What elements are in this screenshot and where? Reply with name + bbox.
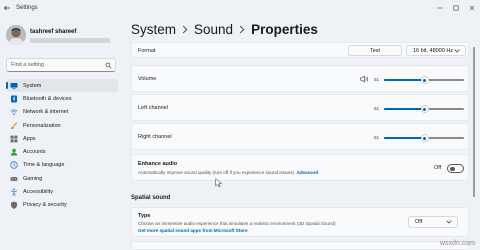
left-channel-slider[interactable]	[384, 105, 464, 113]
scrollbar[interactable]	[473, 47, 475, 197]
breadcrumb-system[interactable]: System	[131, 22, 176, 37]
avatar	[6, 25, 26, 45]
format-select-value: 16 bit, 48000 Hz	[413, 47, 454, 54]
volume-slider-fill	[384, 79, 425, 81]
breadcrumb-sound[interactable]: Sound	[194, 22, 233, 37]
breadcrumb: System Sound Properties	[131, 22, 318, 37]
left-channel-row: Left channel 51	[131, 94, 469, 121]
right-channel-label: Right channel	[138, 134, 172, 140]
maximize-icon[interactable]	[448, 0, 464, 15]
sidebar-item-label: Bluetooth & devices	[23, 95, 72, 102]
chevron-right-icon	[182, 25, 188, 34]
enhance-audio-label: Enhance audio	[138, 161, 178, 167]
gamepad-icon	[10, 175, 18, 183]
sidebar-nav: System Bluetooth & devices Network & int…	[6, 79, 118, 212]
search-input[interactable]	[11, 60, 103, 70]
enhance-audio-description: Automatically improve sound quality (tur…	[138, 170, 318, 175]
enhance-audio-state: Off	[434, 165, 442, 171]
sidebar-item-label: Accounts	[23, 149, 46, 156]
right-channel-slider-fill	[384, 137, 425, 139]
left-channel-slider-thumb[interactable]	[420, 105, 429, 113]
sidebar-item-system[interactable]: System	[6, 79, 118, 93]
sidebar-item-label: Apps	[23, 135, 36, 142]
watermark-text: wsxdn.com	[440, 240, 476, 247]
spatial-type-select[interactable]: Off	[408, 216, 458, 228]
sidebar: tashreef shareef System Bluetooth & devi…	[0, 15, 120, 250]
left-channel-label: Left channel	[138, 105, 168, 111]
right-channel-slider-thumb[interactable]	[420, 134, 429, 142]
volume-label: Volume	[138, 76, 157, 82]
spatial-sound-heading: Spatial sound	[131, 195, 171, 201]
spatial-type-select-value: Off	[415, 219, 423, 225]
person-icon	[10, 148, 18, 156]
apps-icon	[10, 135, 18, 143]
spatial-sound-type-row: Type Choose an immersive audio experienc…	[131, 207, 469, 237]
page-title: Properties	[251, 22, 318, 37]
globe-clock-icon	[10, 161, 18, 170]
volume-slider-thumb[interactable]	[420, 76, 429, 84]
bluetooth-icon	[10, 95, 18, 103]
next-row-partial	[131, 241, 469, 250]
sidebar-item-label: Personalization	[23, 122, 61, 129]
user-name: tashreef shareef	[30, 29, 77, 35]
sidebar-item-label: Time & language	[23, 162, 65, 169]
sidebar-item-label: Accessibility	[23, 189, 53, 196]
sidebar-item-privacy-security[interactable]: Privacy & security	[6, 199, 118, 212]
monitor-icon	[10, 82, 18, 90]
minimize-icon[interactable]	[432, 0, 448, 15]
window-controls	[432, 0, 480, 15]
sidebar-item-label: Privacy & security	[23, 202, 67, 209]
volume-value: 51	[374, 77, 380, 82]
brush-icon	[10, 121, 18, 130]
user-email-redacted	[30, 38, 110, 43]
advanced-link[interactable]: Advanced	[297, 170, 319, 175]
close-icon[interactable]	[464, 0, 480, 15]
sidebar-item-personalization[interactable]: Personalization	[6, 119, 118, 132]
mouse-cursor-icon	[215, 178, 223, 188]
search-icon[interactable]	[103, 60, 113, 70]
search-box[interactable]	[6, 58, 116, 72]
spatial-type-description: Choose an immersive audio experience tha…	[138, 221, 336, 226]
enhance-audio-toggle[interactable]	[447, 164, 464, 173]
format-label: Format	[138, 48, 156, 54]
chevron-right-icon	[239, 25, 245, 34]
sidebar-item-time-language[interactable]: Time & language	[6, 159, 118, 172]
speaker-icon[interactable]	[360, 75, 369, 83]
microsoft-store-link[interactable]: Get more spatial sound apps from Microso…	[138, 228, 248, 233]
back-arrow-icon[interactable]	[0, 0, 14, 15]
enhance-audio-description-text: Automatically improve sound quality (tur…	[138, 170, 296, 175]
left-channel-slider-fill	[384, 108, 425, 110]
user-profile[interactable]: tashreef shareef	[6, 25, 118, 55]
sidebar-item-gaming[interactable]: Gaming	[6, 172, 118, 185]
properties-content: Format Test 16 bit, 48000 Hz Volume 51 L…	[131, 42, 469, 250]
sidebar-item-network[interactable]: Network & internet	[6, 106, 118, 119]
toggle-knob	[450, 166, 455, 171]
sidebar-item-label: Network & internet	[23, 109, 69, 116]
left-channel-value: 51	[374, 106, 380, 111]
spatial-type-label: Type	[138, 213, 151, 219]
sidebar-item-bluetooth[interactable]: Bluetooth & devices	[6, 92, 118, 105]
volume-row: Volume 51	[131, 65, 469, 92]
title-bar: Settings	[0, 0, 480, 15]
format-select[interactable]: 16 bit, 48000 Hz	[406, 45, 466, 56]
right-channel-slider[interactable]	[384, 134, 464, 142]
enhance-audio-row: Enhance audio Automatically improve soun…	[131, 154, 469, 181]
wifi-icon	[10, 108, 18, 116]
format-row: Format Test 16 bit, 48000 Hz	[131, 42, 469, 58]
chevron-down-icon	[446, 220, 452, 224]
sidebar-item-label: Gaming	[23, 175, 43, 182]
sidebar-item-apps[interactable]: Apps	[6, 132, 118, 145]
test-button[interactable]: Test	[348, 45, 402, 56]
shield-icon	[10, 201, 18, 210]
sidebar-item-label: System	[23, 82, 42, 89]
chevron-down-icon	[454, 48, 460, 52]
test-button-label: Test	[369, 47, 381, 54]
sidebar-item-accessibility[interactable]: Accessibility	[6, 185, 118, 198]
sidebar-item-accounts[interactable]: Accounts	[6, 145, 118, 158]
accessibility-icon	[10, 188, 18, 196]
right-channel-value: 51	[374, 135, 380, 140]
app-title: Settings	[16, 4, 38, 11]
volume-slider[interactable]	[384, 76, 464, 84]
right-channel-row: Right channel 51	[131, 123, 469, 150]
